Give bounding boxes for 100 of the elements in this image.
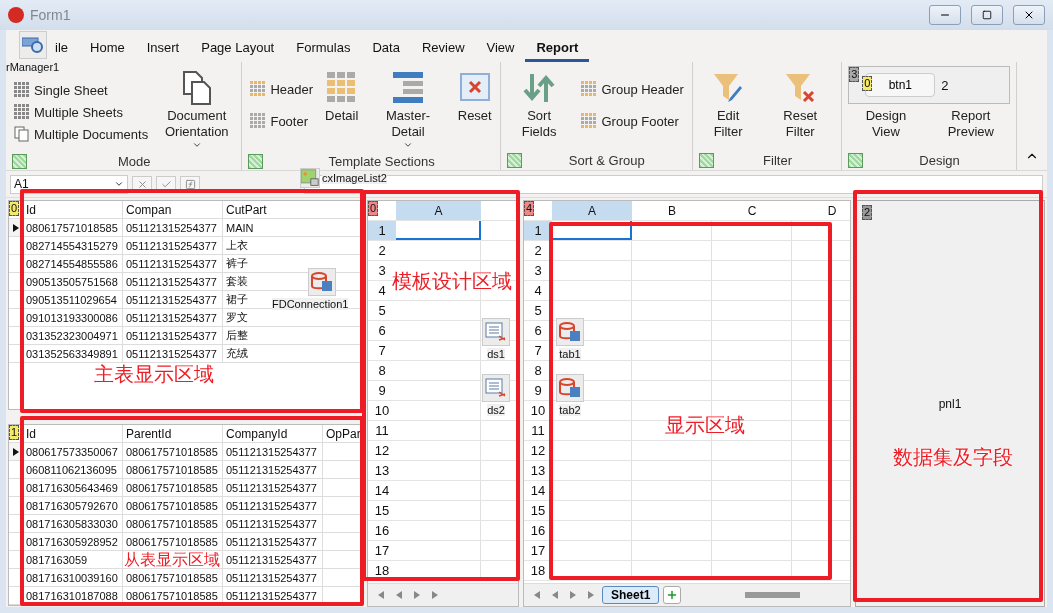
ribbon-tab[interactable]: Data bbox=[361, 40, 411, 62]
table-cell: 080617571018585 bbox=[123, 533, 223, 550]
table-cell: 081716305792670 bbox=[23, 497, 123, 514]
tab-order-badge: 4 bbox=[524, 201, 535, 216]
tab-order-badge: 0 bbox=[862, 76, 873, 91]
table-cell: 080617571018585 bbox=[123, 461, 223, 478]
maximize-button[interactable] bbox=[971, 5, 1003, 25]
list-icon bbox=[485, 378, 507, 398]
close-button[interactable] bbox=[1013, 5, 1045, 25]
group-title: Mode bbox=[116, 153, 152, 169]
ribbon-tab[interactable]: ile bbox=[44, 40, 79, 62]
left-arrow-icon bbox=[533, 591, 541, 599]
component-icon[interactable] bbox=[482, 374, 510, 402]
ribbon-tab[interactable]: Insert bbox=[135, 40, 191, 62]
ribbon-button[interactable]: Design View bbox=[848, 106, 924, 142]
table-cell: 051121315254377 bbox=[123, 219, 223, 236]
component-icon[interactable] bbox=[482, 318, 510, 346]
ribbon-tab[interactable]: Formulas bbox=[285, 40, 362, 62]
grid-sort-icon bbox=[581, 113, 598, 129]
ribbon-button[interactable]: Master-Detail bbox=[368, 66, 448, 152]
btn-button[interactable]: 0 btn1 bbox=[865, 73, 936, 97]
ribbon-tab[interactable]: Review bbox=[410, 40, 476, 62]
ribbon-button[interactable]: Reset Filter bbox=[765, 66, 836, 142]
ribbon-button[interactable]: Reset bbox=[455, 66, 494, 126]
ribbon-button[interactable]: Sort Fields bbox=[506, 66, 572, 142]
ribbon-button[interactable]: Edit Filter bbox=[698, 66, 758, 142]
group-title: Template Sections bbox=[327, 153, 436, 169]
documents-icon bbox=[180, 70, 213, 106]
table-cell: 051121315254377 bbox=[123, 291, 223, 308]
column-header[interactable]: A bbox=[396, 201, 481, 220]
grid-icon bbox=[14, 82, 30, 98]
caret-icon bbox=[114, 179, 124, 189]
database-icon bbox=[559, 378, 581, 398]
component-icon[interactable] bbox=[556, 374, 584, 402]
caret-icon bbox=[191, 140, 202, 150]
table-cell: 081716305643469 bbox=[23, 479, 123, 496]
ribbon-button[interactable]: Single Sheet bbox=[12, 80, 151, 100]
ribbon-tab[interactable]: Page Layout bbox=[190, 40, 286, 62]
ribbon-button[interactable]: Footer bbox=[248, 106, 316, 136]
table-cell: 051121315254377 bbox=[123, 255, 223, 272]
right-arrow-icon bbox=[569, 591, 577, 599]
ribbon-button[interactable]: Group Header bbox=[579, 74, 686, 104]
minimize-button[interactable] bbox=[929, 5, 961, 25]
component-icon[interactable] bbox=[308, 268, 337, 296]
component-icon[interactable] bbox=[300, 168, 320, 188]
reset-icon bbox=[459, 72, 490, 104]
table-cell: 090513511029654 bbox=[23, 291, 123, 308]
database-icon bbox=[311, 272, 334, 292]
column-header[interactable]: A bbox=[552, 201, 632, 220]
ribbon-button[interactable]: Multiple Documents bbox=[12, 124, 151, 144]
cut-label: 2 bbox=[941, 77, 949, 93]
component-label: tab1 bbox=[559, 348, 581, 360]
group-icon bbox=[248, 153, 264, 169]
plus-icon bbox=[666, 589, 679, 601]
table-cell: 051121315254377 bbox=[223, 533, 323, 550]
table-cell: 060811062136095 bbox=[23, 461, 123, 478]
selected-cell[interactable] bbox=[396, 221, 481, 240]
ribbon-tab[interactable]: Report bbox=[525, 40, 590, 62]
table-cell: 080617571018585 bbox=[23, 219, 123, 236]
row-header[interactable]: 1 bbox=[524, 221, 552, 240]
ribbon-button[interactable]: Detail bbox=[323, 66, 361, 126]
column-header[interactable]: Compan bbox=[123, 201, 223, 218]
table-cell: 051121315254377 bbox=[223, 443, 323, 460]
left-arrow-icon bbox=[551, 591, 559, 599]
maximize-icon bbox=[982, 10, 992, 20]
ribbon-button[interactable]: Group Footer bbox=[579, 106, 686, 136]
column-header[interactable]: CompanyId bbox=[223, 425, 323, 442]
ribbon-tab[interactable]: Home bbox=[79, 40, 136, 62]
group-title: Sort & Group bbox=[567, 152, 646, 168]
table-cell: 051121315254377 bbox=[223, 569, 323, 586]
table-cell: 080617571018585 bbox=[123, 479, 223, 496]
table-cell: 080617571018585 bbox=[123, 443, 223, 460]
database-icon bbox=[559, 322, 581, 342]
component-label: tab2 bbox=[559, 404, 581, 416]
group-icon bbox=[12, 153, 27, 169]
layout-bars-icon bbox=[393, 72, 424, 104]
scrollbar-thumb[interactable] bbox=[745, 592, 801, 598]
ribbon-button[interactable]: Multiple Sheets bbox=[12, 102, 151, 122]
add-sheet-button[interactable] bbox=[663, 586, 682, 604]
sheet-tab[interactable]: Sheet1 bbox=[602, 586, 660, 604]
left-arrow-icon bbox=[395, 591, 403, 599]
tab-order-badge: 0 bbox=[368, 201, 379, 216]
right-arrow-icon bbox=[413, 591, 421, 599]
table-cell: 051121315254377 bbox=[223, 461, 323, 478]
component-icon[interactable] bbox=[556, 318, 584, 346]
component-label: ds2 bbox=[487, 404, 505, 416]
ribbon-tab[interactable]: View bbox=[475, 40, 526, 62]
app-icon bbox=[8, 7, 24, 23]
table-cell: 051121315254377 bbox=[123, 345, 223, 362]
ribbon-button[interactable]: Report Preview bbox=[931, 106, 1010, 142]
component-label: cxImageList2 bbox=[322, 172, 387, 184]
row-header[interactable]: 1 bbox=[368, 221, 396, 240]
ribbon-button[interactable]: Document Orientation bbox=[158, 66, 236, 152]
component-icon[interactable] bbox=[18, 31, 47, 59]
annotation-label: 数据集及字段 bbox=[893, 446, 1013, 468]
documents-icon bbox=[14, 126, 30, 142]
ribbon-button[interactable]: Header bbox=[248, 74, 316, 104]
column-header[interactable]: ParentId bbox=[123, 425, 223, 442]
group-icon bbox=[506, 152, 522, 168]
table-cell: 091013193300086 bbox=[23, 309, 123, 326]
